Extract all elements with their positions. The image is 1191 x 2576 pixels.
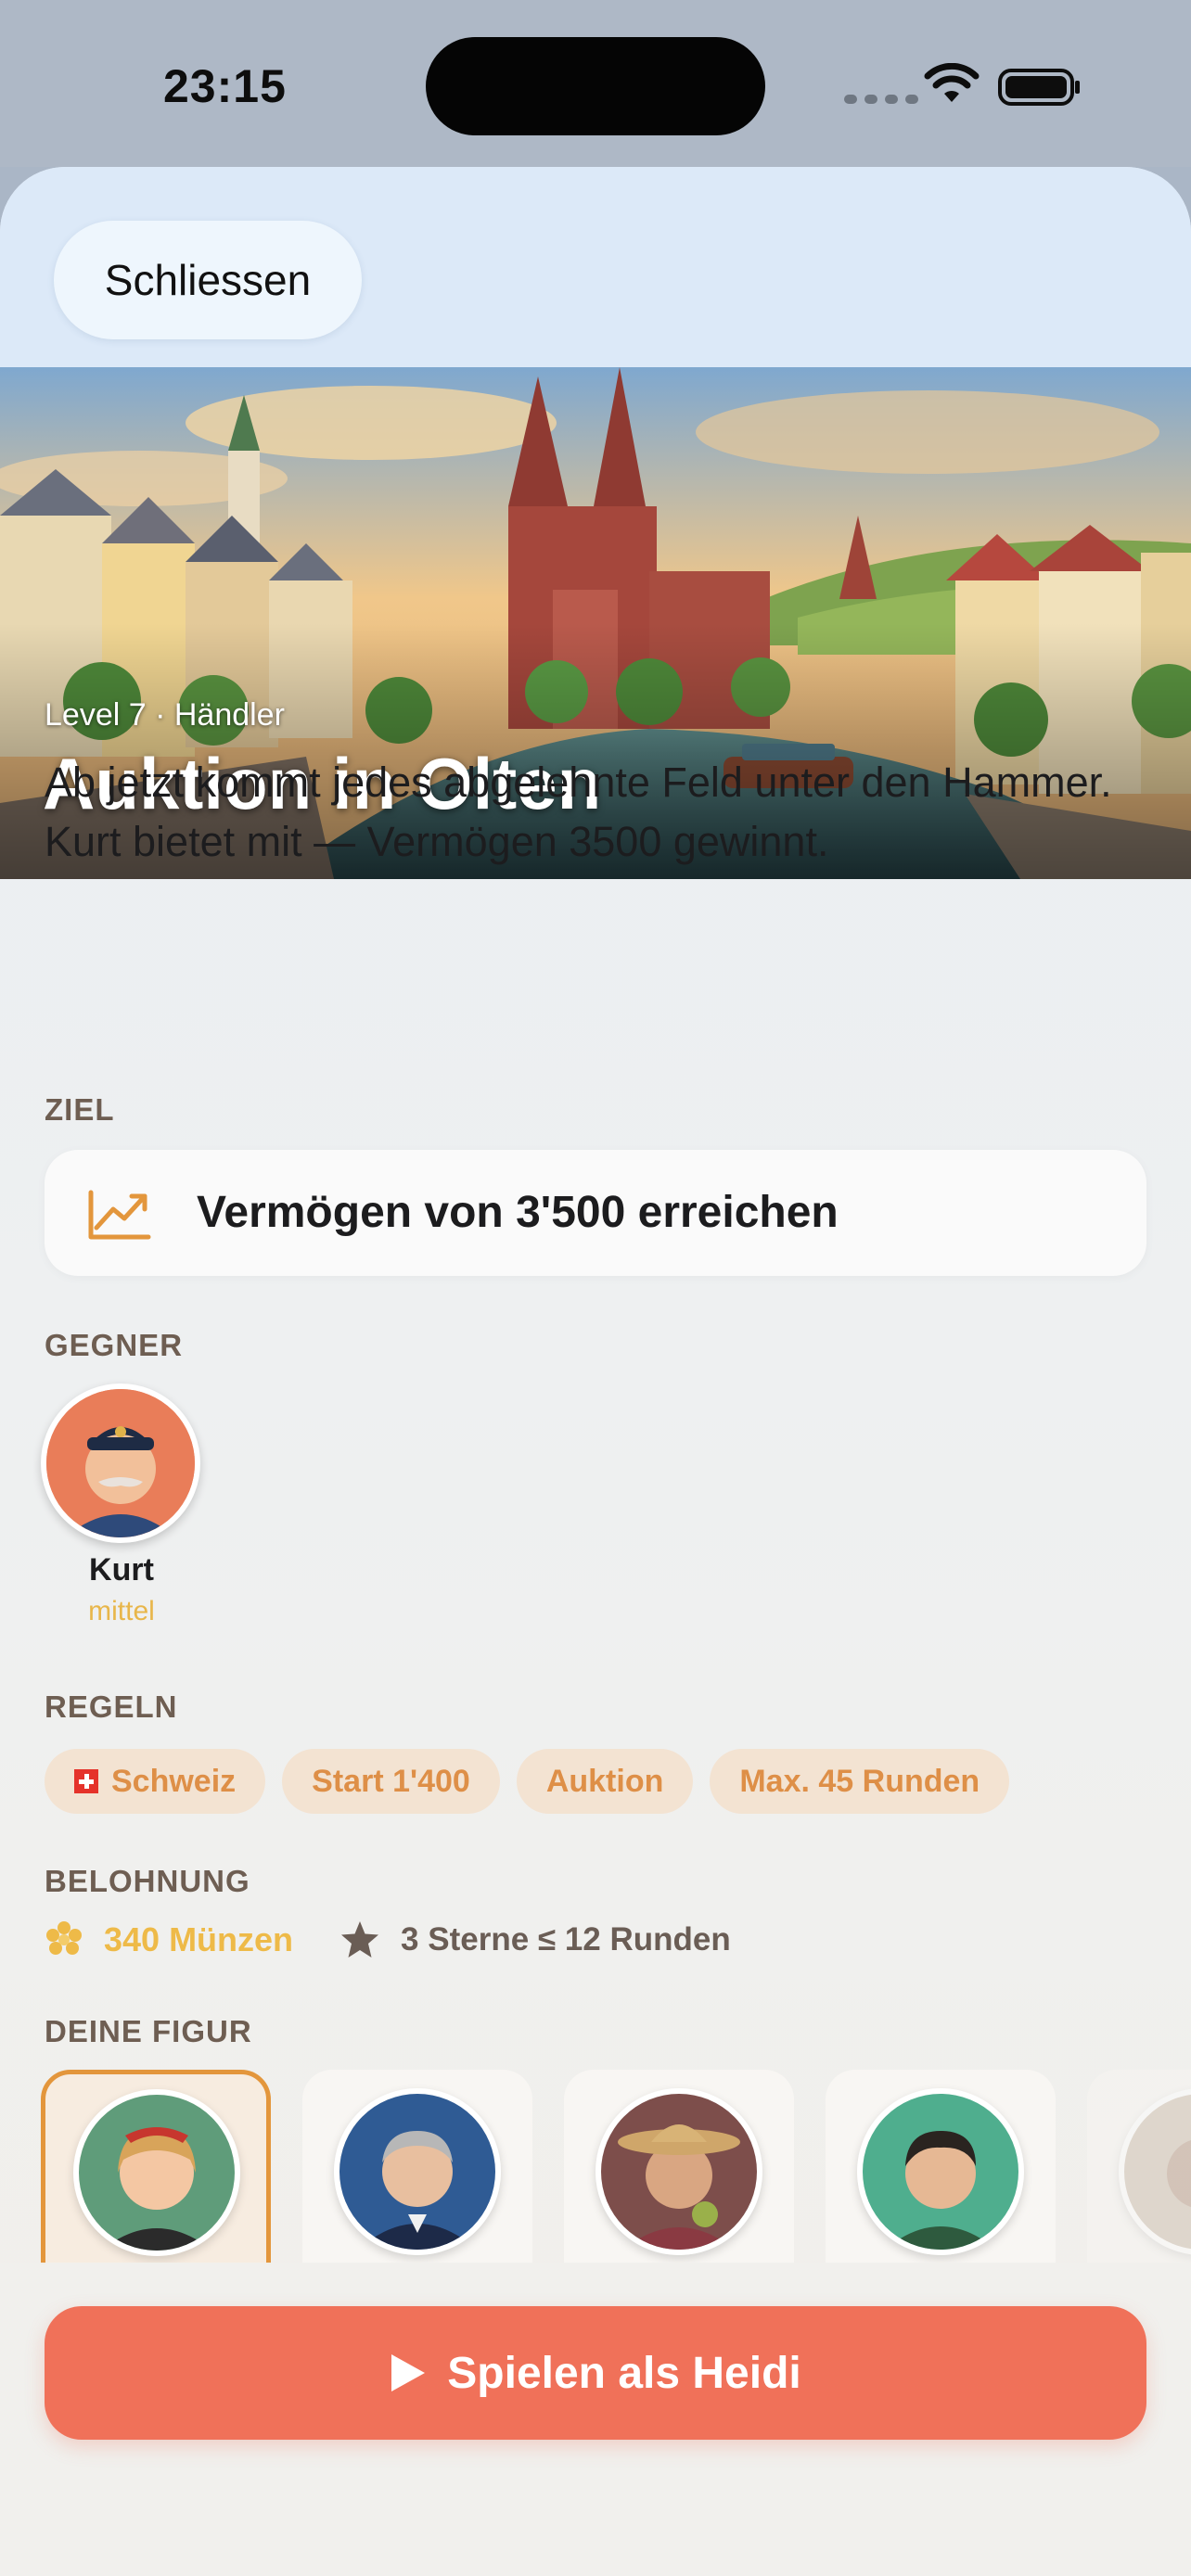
opponent-avatar: [41, 1384, 200, 1543]
wifi-icon: [924, 63, 980, 102]
reward-row: 340 Münzen 3 Sterne ≤ 12 Runden: [45, 1919, 731, 1960]
rule-chip-country: Schweiz: [45, 1749, 266, 1814]
play-button-label: Spielen als Heidi: [447, 2348, 801, 2398]
coins-icon: [46, 1921, 82, 1955]
goal-card: Vermögen von 3'500 erreichen: [45, 1150, 1146, 1276]
figure-avatar: [73, 2089, 240, 2256]
opponent-card[interactable]: Kurt mittel: [41, 1384, 202, 1627]
opponent-difficulty: mittel: [88, 1596, 155, 1626]
figure-picker: [41, 2070, 1191, 2264]
section-label-figure: DEINE FIGUR: [45, 2014, 252, 2048]
status-time: 23:15: [163, 60, 287, 112]
star-icon: [341, 1921, 379, 1958]
reward-coins: 340 Münzen: [104, 1920, 294, 1958]
swiss-flag-icon: [74, 1769, 98, 1793]
rule-chip-max-rounds: Max. 45 Runden: [710, 1749, 1010, 1814]
dynamic-island: [426, 37, 765, 135]
status-bar: 23:15: [0, 0, 1191, 167]
rules-chips: Schweiz Start 1'400 Auktion Max. 45 Rund…: [45, 1749, 1010, 1814]
rule-chip-label: Auktion: [545, 1763, 664, 1799]
section-label-goal: ZIEL: [45, 1092, 115, 1127]
level-subtitle: Level 7 · Händler: [45, 697, 285, 733]
goal-text: Vermögen von 3'500 erreichen: [197, 1188, 839, 1237]
figure-card-farmer[interactable]: [564, 2070, 794, 2264]
figure-card-heidi[interactable]: [41, 2070, 271, 2264]
play-icon: [391, 2354, 426, 2391]
rule-chip-auction: Auktion: [516, 1749, 694, 1814]
reward-stars: 3 Sterne ≤ 12 Runden: [401, 1921, 731, 1958]
rule-chip-label: Start 1'400: [312, 1763, 470, 1799]
level-description: Ab jetzt kommt jedes abgelehnte Feld unt…: [45, 759, 1112, 865]
cellular-signal-icon: [844, 95, 918, 104]
section-label-reward: BELOHNUNG: [45, 1864, 250, 1898]
figure-avatar: [857, 2088, 1024, 2255]
rule-chip-label: Max. 45 Runden: [739, 1763, 980, 1799]
figure-card-young-man[interactable]: [826, 2070, 1056, 2264]
opponent-name: Kurt: [89, 1552, 154, 1588]
figure-avatar: [334, 2088, 501, 2255]
figure-avatar: [1119, 2088, 1191, 2255]
battery-icon: [998, 69, 1080, 106]
figure-card-businessman[interactable]: [302, 2070, 532, 2264]
rule-chip-start: Start 1'400: [282, 1749, 500, 1814]
rule-chip-label: Schweiz: [111, 1763, 237, 1799]
close-button[interactable]: Schliessen: [54, 221, 362, 339]
sheet-header: Schliessen: [0, 167, 1191, 367]
section-label-opponents: GEGNER: [45, 1328, 184, 1362]
figure-avatar: [596, 2088, 762, 2255]
play-button[interactable]: Spielen als Heidi: [45, 2306, 1146, 2440]
trending-up-icon: [88, 1190, 151, 1240]
section-label-rules: REGELN: [45, 1690, 178, 1724]
figure-card-hidden[interactable]: [1087, 2070, 1191, 2264]
